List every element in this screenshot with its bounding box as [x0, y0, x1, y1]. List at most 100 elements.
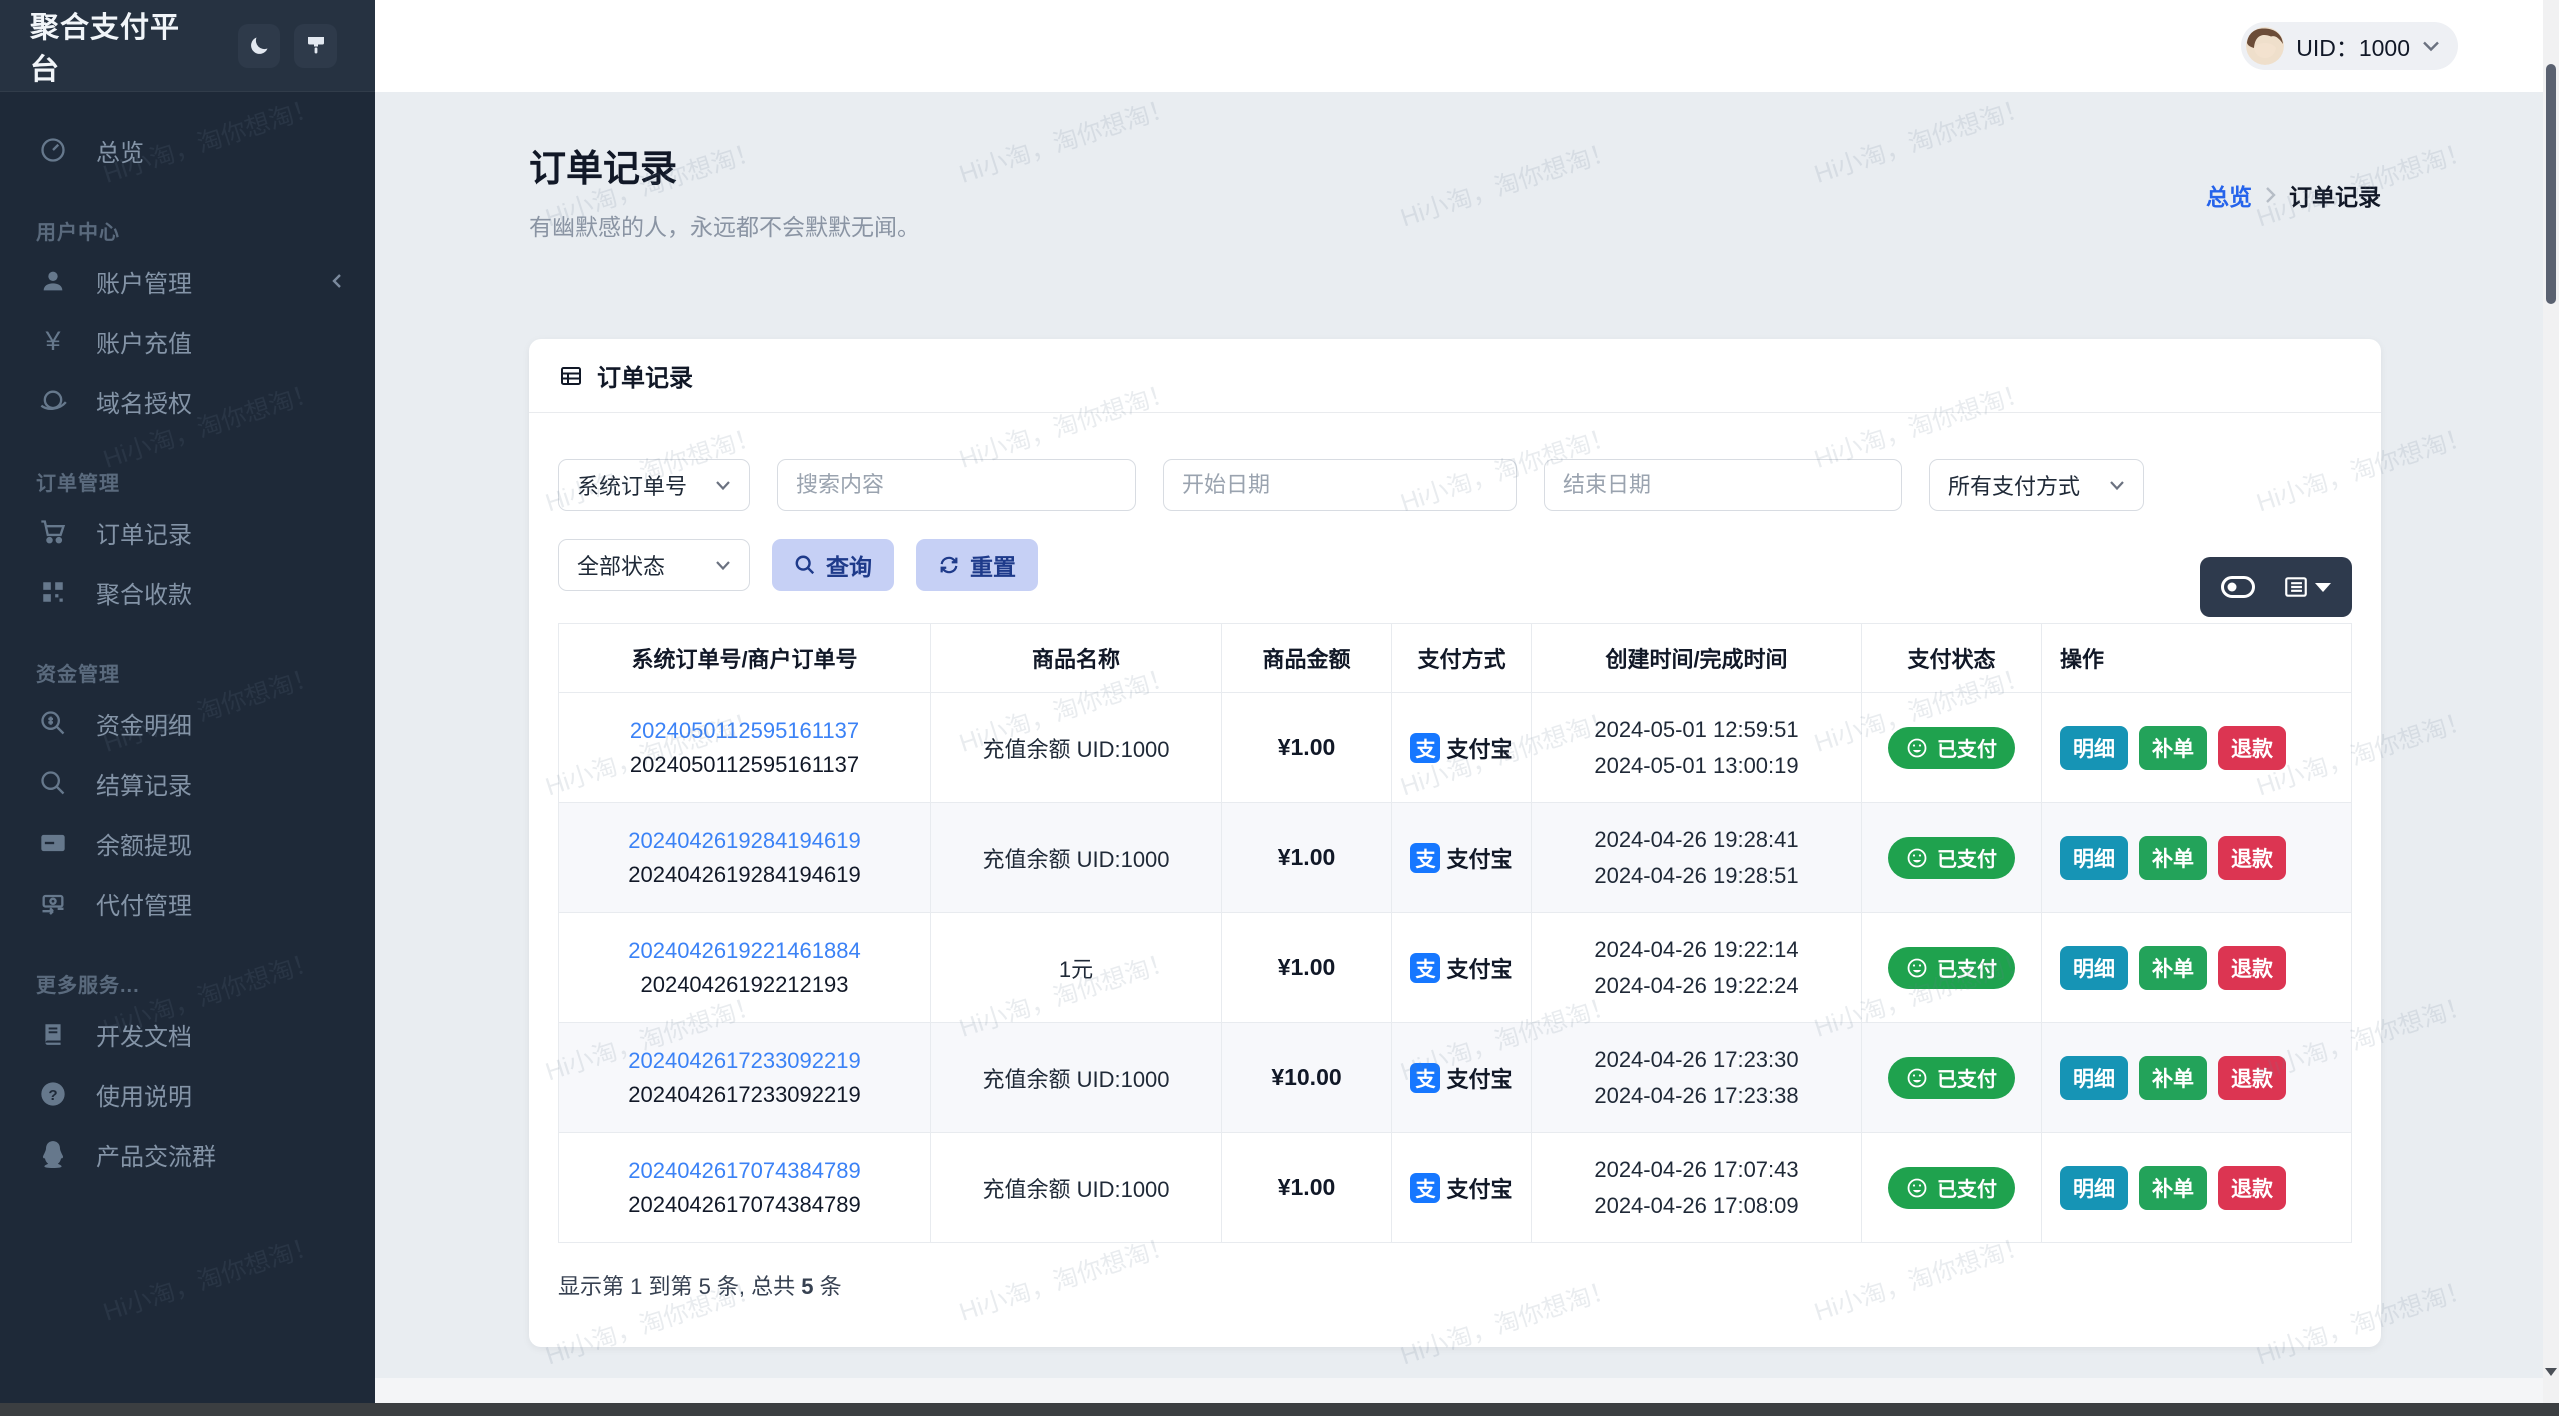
chevron-left-icon [329, 271, 345, 291]
sys-order-link[interactable]: 2024042617074384789 [628, 1154, 860, 1188]
alipay-icon: 支 [1410, 1172, 1441, 1203]
sidebar-item-account-recharge[interactable]: ¥ 账户充值 [0, 311, 375, 371]
reissue-button[interactable]: 补单 [2139, 945, 2207, 990]
detail-button[interactable]: 明细 [2060, 1165, 2128, 1210]
dark-mode-button[interactable] [237, 23, 281, 68]
merchant-order-no: 20240426192212193 [640, 971, 849, 997]
yen-icon: ¥ [45, 325, 61, 356]
actions-cell: 明细 补单 退款 [2042, 803, 2352, 912]
sidebar-item-payout-management[interactable]: 代付管理 [0, 873, 375, 933]
sidebar-item-label: 产品交流群 [96, 1143, 216, 1171]
start-date-input[interactable] [1182, 472, 1498, 498]
refresh-icon [938, 554, 960, 576]
search-icon [36, 769, 70, 797]
moon-icon [247, 34, 271, 58]
vertical-scrollbar[interactable] [2543, 0, 2559, 1403]
order-numbers-cell: 2024042617233092219 2024042617233092219 [559, 1023, 931, 1132]
created-time: 2024-04-26 19:22:14 [1594, 936, 1799, 962]
toggle-columns-button[interactable] [2221, 576, 2255, 598]
amount-cell: ¥1.00 [1222, 803, 1392, 912]
time-cell: 2024-04-26 17:07:43 2024-04-26 17:08:09 [1532, 1133, 1862, 1242]
theme-button[interactable] [294, 23, 337, 68]
table-view-button[interactable] [2283, 574, 2331, 600]
payment-method-name: 支付宝 [1446, 846, 1513, 872]
horizontal-scrollbar[interactable] [0, 1403, 2559, 1416]
reissue-button[interactable]: 补单 [2139, 725, 2207, 770]
breadcrumb: 总览 订单记录 [2206, 178, 2381, 212]
card-body: 系统订单号 所有支付方式 全部状态 [529, 413, 2381, 1301]
table-tools [2200, 557, 2352, 617]
alipay-icon: 支 [1410, 842, 1441, 873]
order-type-select[interactable]: 系统订单号 [558, 459, 750, 511]
col-header: 操作 [2060, 647, 2105, 672]
question-circle-icon: ? [36, 1080, 70, 1108]
status-cell: 已支付 [1862, 913, 2042, 1022]
merchant-order-no: 2024050112595161137 [629, 751, 860, 777]
refund-button[interactable]: 退款 [2218, 835, 2286, 880]
sys-order-link[interactable]: 2024042617233092219 [628, 1044, 860, 1078]
table-row: 2024042617074384789 2024042617074384789 … [559, 1132, 2351, 1242]
col-header: 支付状态 [1862, 624, 2042, 692]
refund-button[interactable]: 退款 [2218, 725, 2286, 770]
time-cell: 2024-04-26 19:22:14 2024-04-26 19:22:24 [1532, 913, 1862, 1022]
end-date-input[interactable] [1563, 472, 1883, 498]
refund-button[interactable]: 退款 [2218, 945, 2286, 990]
breadcrumb-root[interactable]: 总览 [2206, 178, 2252, 212]
order-type-value: 系统订单号 [577, 474, 688, 499]
status-badge: 已支付 [1888, 726, 2015, 769]
sidebar-item-overview[interactable]: 总览 [0, 120, 375, 180]
sys-order-link[interactable]: 2024042619221461884 [628, 934, 860, 968]
sidebar-item-dev-docs[interactable]: 开发文档 [0, 1004, 375, 1064]
scroll-down-arrow[interactable] [2545, 1368, 2557, 1376]
sys-order-link[interactable]: 2024050112595161137 [630, 714, 859, 748]
payment-method-name: 支付宝 [1446, 956, 1513, 982]
reset-label: 重置 [970, 554, 1016, 580]
sidebar-section-order-management: 订单管理 [36, 473, 120, 495]
sidebar-item-settlement-records[interactable]: 结算记录 [0, 753, 375, 813]
sidebar-item-balance-withdrawal[interactable]: 余额提现 [0, 813, 375, 873]
sidebar-item-user-guide[interactable]: ? 使用说明 [0, 1064, 375, 1124]
detail-button[interactable]: 明细 [2060, 835, 2128, 880]
table-row: 2024050112595161137 2024050112595161137 … [559, 692, 2351, 802]
payment-method-select[interactable]: 所有支付方式 [1929, 459, 2144, 511]
detail-button[interactable]: 明细 [2060, 725, 2128, 770]
sidebar-menu: 总览 用户中心 账户管理 ¥ 账户充值 域名授权 订单管理 订单记录 聚合收款 … [0, 92, 375, 1184]
payment-method-value: 所有支付方式 [1948, 474, 2081, 499]
sidebar-item-domain-authorization[interactable]: 域名授权 [0, 371, 375, 431]
detail-button[interactable]: 明细 [2060, 945, 2128, 990]
scrollbar-thumb[interactable] [2546, 64, 2556, 304]
pagination-summary: 显示第 1 到第 5 条, 总共 5 条 [558, 1269, 2352, 1301]
refund-button[interactable]: 退款 [2218, 1165, 2286, 1210]
smiley-icon [1907, 848, 1927, 867]
payment-method-name: 支付宝 [1446, 736, 1513, 762]
reissue-button[interactable]: 补单 [2139, 1165, 2207, 1210]
reset-button[interactable]: 重置 [916, 539, 1038, 591]
status-cell: 已支付 [1862, 693, 2042, 802]
status-cell: 已支付 [1862, 803, 2042, 912]
payment-method-name: 支付宝 [1446, 1176, 1513, 1202]
sidebar-item-aggregate-collection[interactable]: 聚合收款 [0, 562, 375, 622]
sidebar-section-fund-management: 资金管理 [36, 664, 120, 686]
user-menu[interactable]: UID：1000 [2241, 22, 2458, 70]
payment-method-cell: 支 支付宝 [1392, 1023, 1532, 1132]
time-cell: 2024-04-26 19:28:41 2024-04-26 19:28:51 [1532, 803, 1862, 912]
sidebar-item-order-records[interactable]: 订单记录 [0, 502, 375, 562]
smiley-icon [1907, 958, 1927, 977]
sidebar-item-account-management[interactable]: 账户管理 [0, 251, 375, 311]
status-cell: 已支付 [1862, 1023, 2042, 1132]
sidebar-item-fund-details[interactable]: 资金明细 [0, 693, 375, 753]
refund-button[interactable]: 退款 [2218, 1055, 2286, 1100]
reissue-button[interactable]: 补单 [2139, 835, 2207, 880]
svg-text:?: ? [48, 1087, 57, 1104]
status-select[interactable]: 全部状态 [558, 539, 750, 591]
product-cell: 充值余额 UID:1000 [931, 1023, 1222, 1132]
sys-order-link[interactable]: 2024042619284194619 [628, 824, 860, 858]
query-button[interactable]: 查询 [772, 539, 894, 591]
query-label: 查询 [826, 554, 872, 580]
status-label: 已支付 [1937, 739, 1997, 761]
sidebar-item-product-group[interactable]: 产品交流群 [0, 1124, 375, 1184]
reissue-button[interactable]: 补单 [2139, 1055, 2207, 1100]
detail-button[interactable]: 明细 [2060, 1055, 2128, 1100]
search-input[interactable] [796, 472, 1117, 498]
status-badge: 已支付 [1888, 946, 2015, 989]
